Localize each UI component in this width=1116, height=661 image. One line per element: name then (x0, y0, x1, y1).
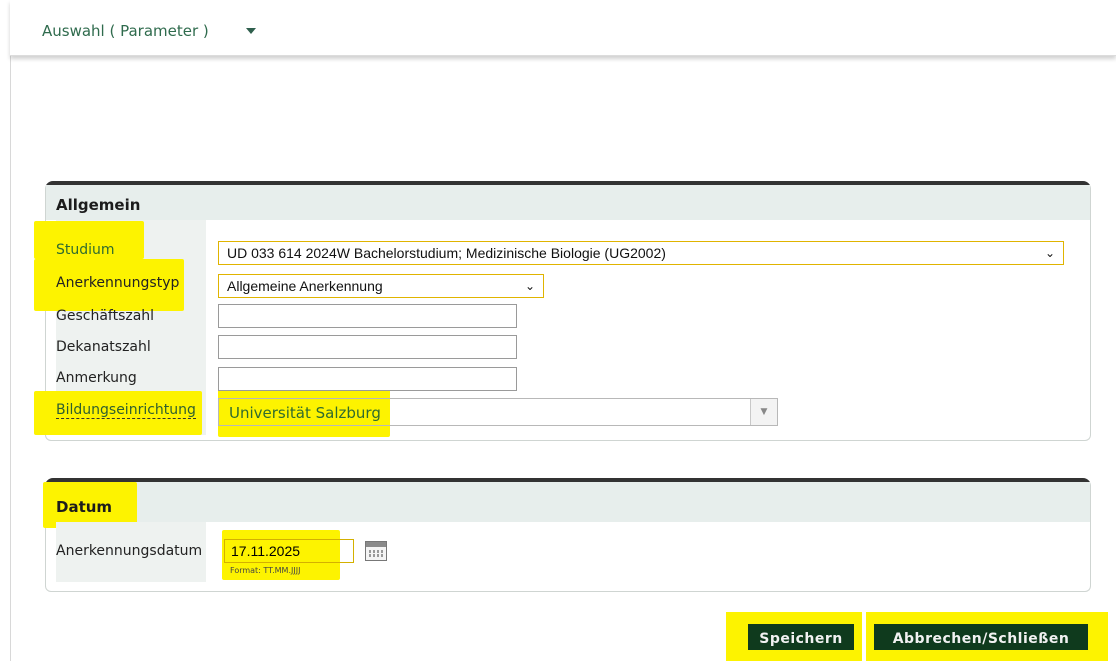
datum-panel: Datum Anerkennungsdatum Format: TT.MM.JJ… (43, 478, 1091, 592)
bildungseinrichtung-value: Universität Salzburg (229, 404, 381, 422)
anmerkung-input[interactable] (218, 367, 517, 391)
geschaeftszahl-label: Geschäftszahl (56, 308, 155, 324)
allgemein-header: Allgemein (46, 185, 1090, 220)
dekanatszahl-input[interactable] (218, 335, 517, 359)
anerkennungsdatum-input[interactable] (224, 539, 354, 563)
anerkennungsdatum-label: Anerkennungsdatum (56, 543, 203, 559)
triangle-down-icon[interactable]: ▼ (750, 399, 777, 425)
dekanatszahl-label: Dekanatszahl (56, 339, 151, 355)
anerkennungstyp-select[interactable]: Allgemeine Anerkennung ⌄ (218, 274, 544, 298)
save-button[interactable]: Speichern (746, 622, 856, 652)
parameter-selection-toggle[interactable]: Auswahl ( Parameter ) (42, 22, 209, 40)
anmerkung-label: Anmerkung (56, 370, 137, 386)
cancel-close-button[interactable]: Abbrechen/Schließen (872, 622, 1090, 652)
anerkennungstyp-value: Allgemeine Anerkennung (227, 278, 383, 294)
chevron-down-icon: ⌄ (1044, 246, 1055, 260)
caret-down-icon[interactable] (246, 28, 256, 34)
studium-select[interactable]: UD 033 614 2024W Bachelorstudium; Medizi… (218, 241, 1064, 265)
datum-title: Datum (56, 498, 113, 516)
bildungseinrichtung-label[interactable]: Bildungseinrichtung (56, 402, 196, 419)
studium-value: UD 033 614 2024W Bachelorstudium; Medizi… (227, 245, 666, 261)
anerkennungstyp-label: Anerkennungstyp (56, 275, 180, 291)
top-bar: Auswahl ( Parameter ) (10, 0, 1116, 56)
chevron-down-icon: ⌄ (524, 279, 535, 293)
geschaeftszahl-input[interactable] (218, 304, 517, 328)
studium-label: Studium (56, 242, 115, 258)
calendar-icon[interactable] (365, 541, 387, 561)
allgemein-panel: Allgemein Studium UD 033 614 2024W Bache… (34, 181, 1091, 441)
datum-header: Datum (43, 482, 1090, 528)
bildungseinrichtung-combobox[interactable]: Universität Salzburg ▼ (218, 398, 778, 426)
date-format-hint: Format: TT.MM.JJJJ (230, 566, 301, 575)
allgemein-title: Allgemein (56, 196, 141, 214)
